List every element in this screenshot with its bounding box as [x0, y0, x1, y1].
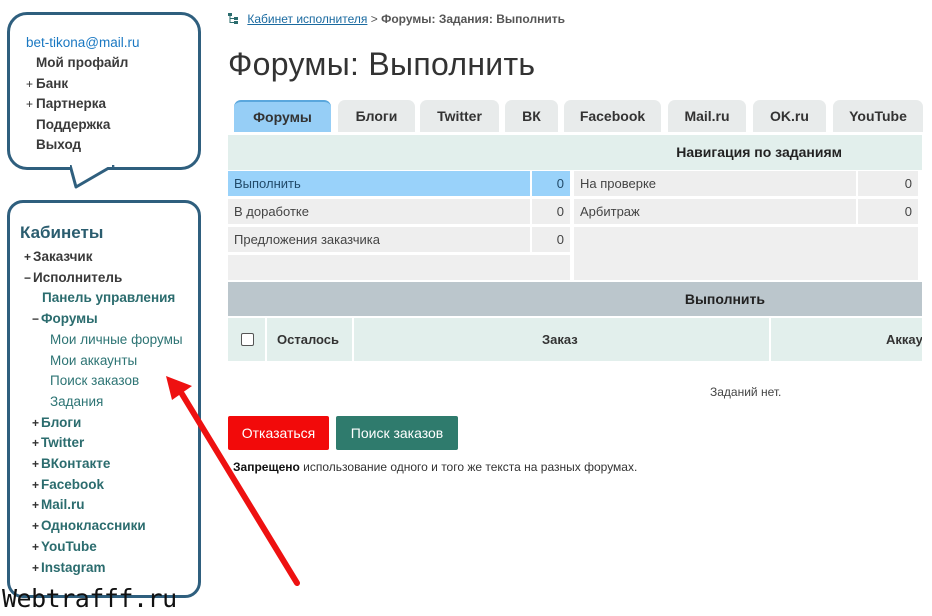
sidebar-item-youtube[interactable]: + YouTube	[20, 537, 198, 558]
sidebar-item-label: Панель управления	[42, 290, 176, 306]
empty-tasks-message: Заданий нет.	[710, 385, 782, 399]
nav-empty-cell	[228, 255, 570, 280]
search-orders-button[interactable]: Поиск заказов	[336, 416, 458, 450]
sidebar-item-blogs[interactable]: + Блоги	[20, 413, 198, 434]
plus-icon: +	[32, 436, 40, 451]
sidebar-item-facebook[interactable]: + Facebook	[20, 475, 198, 496]
plus-icon: +	[26, 76, 34, 91]
column-separator	[352, 318, 354, 361]
sidebar-item-twitter[interactable]: + Twitter	[20, 433, 198, 454]
nav-item-review[interactable]: На проверке	[574, 171, 856, 196]
breadcrumb: Кабинет исполнителя > Форумы: Задания: В…	[228, 12, 565, 26]
column-remaining[interactable]: Осталось	[277, 318, 339, 361]
nav-item-offers[interactable]: Предложения заказчика	[228, 227, 530, 252]
plus-icon: +	[32, 539, 40, 554]
sidebar-item-label: Блоги	[41, 414, 82, 430]
select-all-checkbox[interactable]	[241, 333, 254, 346]
execute-table-header: Выполнить	[228, 282, 922, 316]
user-menu-bank[interactable]: + Банк	[26, 74, 198, 95]
column-account[interactable]: Аккау	[886, 318, 922, 361]
plus-icon: +	[32, 415, 40, 430]
user-menu-support-label: Поддержка	[36, 116, 111, 132]
nav-item-execute[interactable]: Выполнить	[228, 171, 530, 196]
tab-blogs[interactable]: Блоги	[338, 100, 415, 132]
sidebar-item-label: Форумы	[41, 311, 98, 327]
plus-icon: +	[32, 477, 40, 492]
user-menu-support[interactable]: Поддержка	[26, 115, 198, 136]
tab-facebook[interactable]: Facebook	[564, 100, 661, 132]
sidebar-item-label: Исполнитель	[33, 269, 123, 285]
bubble-tail	[70, 165, 115, 189]
sidebar-item-label: YouTube	[41, 538, 97, 554]
sidebar-title: Кабинеты	[20, 223, 104, 242]
sidebar-item-my-accounts[interactable]: Мои аккаунты	[20, 351, 198, 372]
sidebar-item-label: Facebook	[41, 476, 105, 492]
user-menu-logout-label: Выход	[36, 137, 82, 153]
sidebar-item-executor[interactable]: − Исполнитель	[20, 268, 198, 289]
tab-mailru[interactable]: Mail.ru	[668, 100, 746, 132]
user-menu-profile-label: Мой профайл	[36, 55, 129, 70]
user-menu-logout[interactable]: Выход	[26, 135, 198, 156]
breadcrumb-separator: >	[370, 12, 378, 26]
nav-item-arbitration[interactable]: Арбитраж	[574, 199, 856, 224]
watermark-text: Webtrafff.ru	[2, 584, 177, 613]
sidebar-item-label: Twitter	[41, 435, 85, 451]
sitemap-icon	[228, 13, 238, 24]
plus-icon: +	[32, 560, 40, 575]
sidebar-item-label: ВКонтакте	[41, 456, 111, 472]
tab-okru[interactable]: OK.ru	[753, 100, 826, 132]
nav-count-offers: 0	[532, 227, 570, 252]
forbidden-notice: Запрещено использование одного и того же…	[233, 460, 637, 474]
sidebar-item-label: Instagram	[41, 559, 106, 575]
tab-vk[interactable]: ВК	[505, 100, 558, 132]
sidebar-item-my-forums[interactable]: Мои личные форумы	[20, 330, 198, 351]
tab-youtube[interactable]: YouTube	[833, 100, 923, 132]
nav-count-arbitration: 0	[858, 199, 918, 224]
plus-icon: +	[32, 498, 40, 513]
breadcrumb-current: Форумы: Задания: Выполнить	[381, 12, 565, 26]
plus-icon: +	[24, 250, 32, 264]
sidebar-item-order-search[interactable]: Поиск заказов	[20, 371, 198, 392]
nav-count-review: 0	[858, 171, 918, 196]
refuse-button[interactable]: Отказаться	[228, 416, 329, 450]
tab-twitter[interactable]: Twitter	[420, 100, 499, 132]
user-menu-partner-label: Партнерка	[36, 96, 107, 112]
sidebar-item-tasks[interactable]: Задания	[20, 392, 198, 413]
column-order[interactable]: Заказ	[542, 318, 578, 361]
sidebar-item-forums[interactable]: − Форумы	[20, 309, 198, 330]
notice-text: использование одного и того же текста на…	[299, 460, 638, 474]
user-menu-bubble: bet-tikona@mail.ru Мой профайл + Банк + Па…	[7, 12, 201, 170]
plus-icon: +	[32, 457, 40, 472]
nav-empty-cell	[574, 227, 918, 280]
cabinets-sidebar: Кабинеты + Заказчик − Исполнитель Панель у…	[7, 200, 201, 598]
nav-count-rework: 0	[532, 199, 570, 224]
plus-icon: +	[26, 97, 34, 112]
sidebar-item-label: Mail.ru	[41, 497, 85, 513]
column-separator	[769, 318, 771, 361]
sidebar-item-label: Заказчик	[33, 249, 93, 264]
sidebar-item-instagram[interactable]: + Instagram	[20, 558, 198, 579]
minus-icon: −	[32, 312, 40, 327]
tab-forums[interactable]: Форумы	[234, 100, 331, 132]
user-menu-profile[interactable]: Мой профайл	[26, 53, 198, 74]
sidebar-item-customer[interactable]: + Заказчик	[20, 247, 198, 268]
sidebar-item-vkontakte[interactable]: + ВКонтакте	[20, 454, 198, 475]
nav-item-rework[interactable]: В доработке	[228, 199, 530, 224]
sidebar-item-mailru[interactable]: + Mail.ru	[20, 495, 198, 516]
sidebar-item-control-panel[interactable]: Панель управления	[20, 288, 198, 309]
breadcrumb-link-cabinet[interactable]: Кабинет исполнителя	[247, 12, 367, 26]
column-separator	[265, 318, 267, 361]
page-title: Форумы: Выполнить	[228, 46, 536, 82]
execute-table-columns: Осталось Заказ Аккау	[228, 318, 922, 361]
task-navigation-header: Навигация по заданиям	[228, 135, 922, 170]
nav-count-execute: 0	[532, 171, 570, 196]
user-menu-bank-label: Банк	[36, 75, 69, 91]
sidebar-item-label: Одноклассники	[41, 518, 146, 534]
user-menu-partner[interactable]: + Партнерка	[26, 94, 198, 115]
sidebar-item-odnoklassniki[interactable]: + Одноклассники	[20, 516, 198, 537]
plus-icon: +	[32, 519, 40, 534]
minus-icon: −	[24, 270, 32, 285]
notice-bold: Запрещено	[233, 460, 300, 474]
user-email-link[interactable]: bet-tikona@mail.ru	[26, 35, 198, 50]
